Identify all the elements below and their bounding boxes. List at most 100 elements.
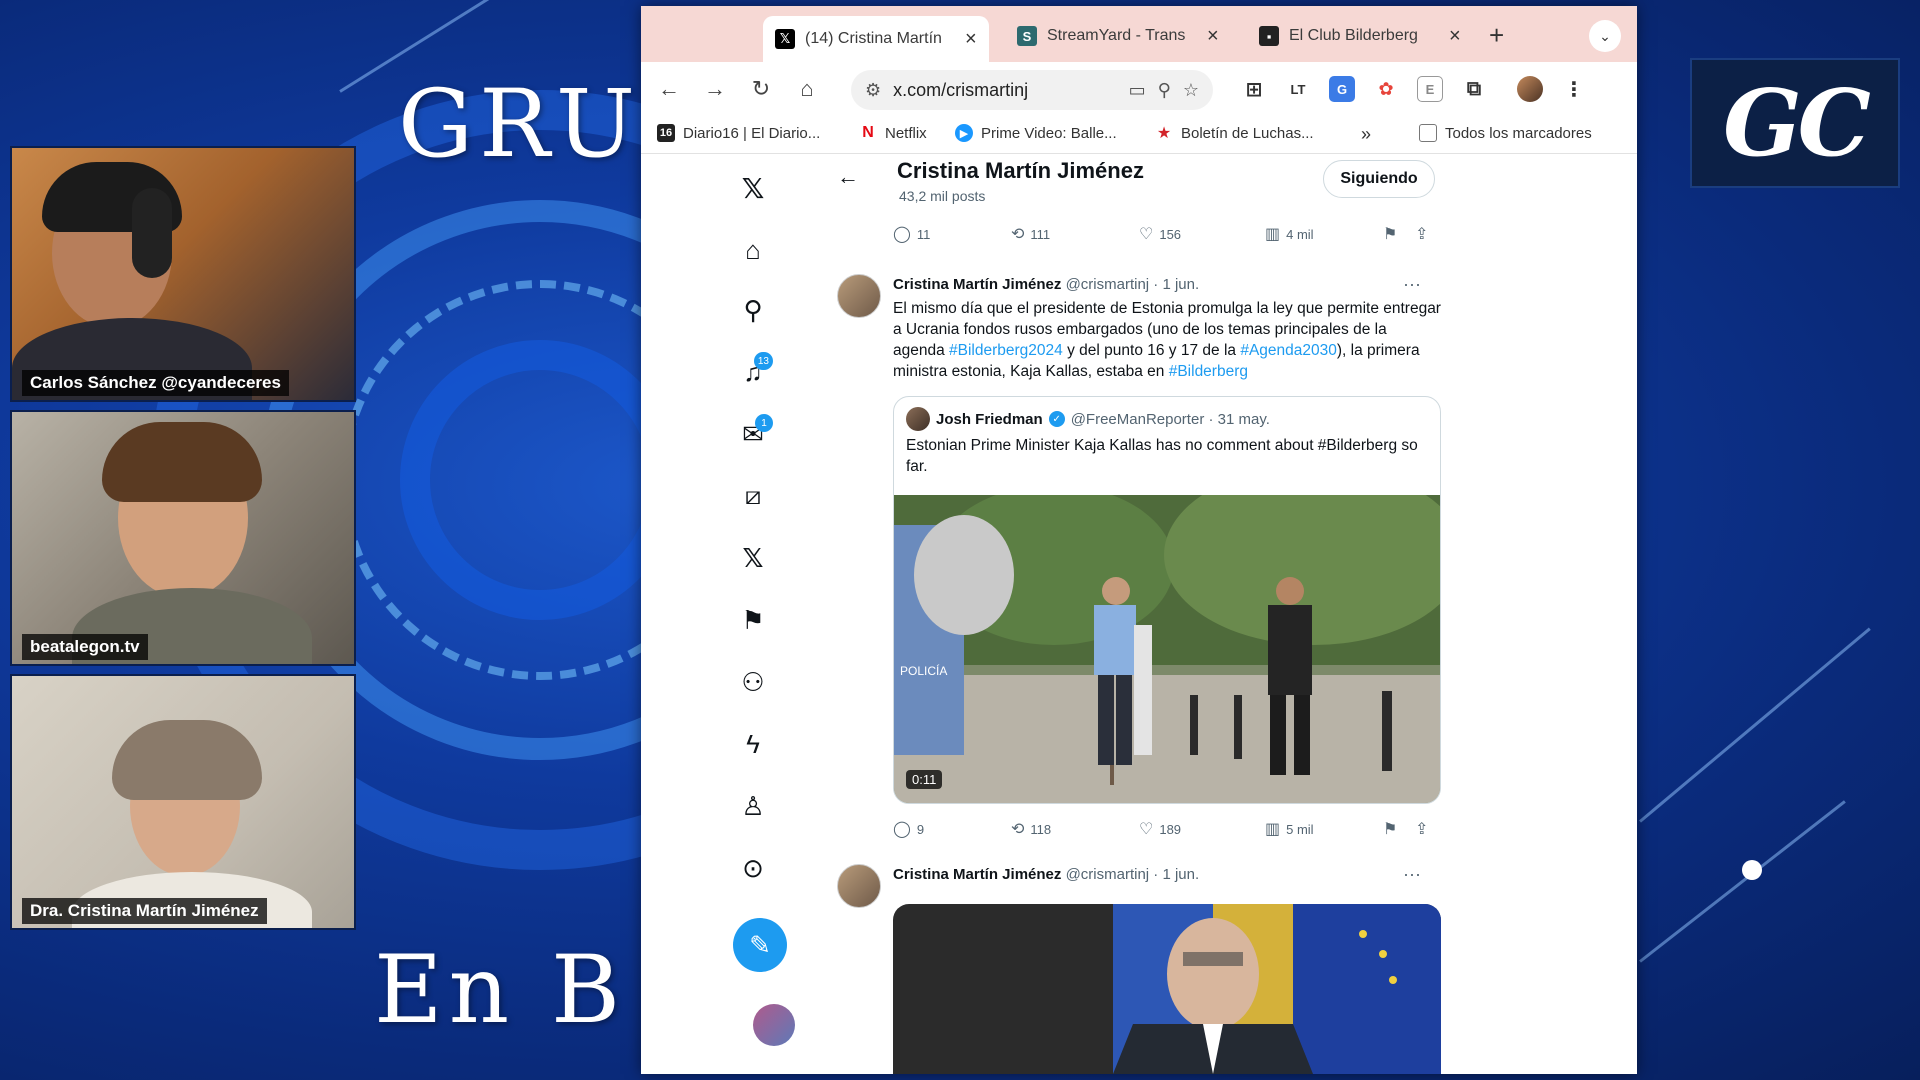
bookmark-prime-video[interactable]: ▶ Prime Video: Balle... [955, 124, 1117, 142]
heart-icon: ♡ [1139, 226, 1154, 243]
bookmark-boletin-luchas[interactable]: ★ Boletín de Luchas... [1155, 124, 1314, 142]
tweet-media-image[interactable] [893, 904, 1441, 1074]
new-tab-button[interactable]: + [1489, 20, 1504, 51]
tweet-author-handle[interactable]: @crismartinj · 1 jun. [1066, 276, 1200, 293]
profile-avatar[interactable] [1517, 76, 1543, 102]
bookmark-diario16[interactable]: 16 Diario16 | El Diario... [657, 124, 820, 142]
close-icon[interactable]: × [1207, 25, 1219, 48]
bookmark-all[interactable]: Todos los marcadores [1419, 124, 1592, 142]
home-icon[interactable]: ⌂ [729, 226, 777, 274]
hashtag-link[interactable]: #Bilderberg [1169, 363, 1248, 380]
views-button[interactable]: ▥ 5 mil [1265, 819, 1314, 839]
account-avatar[interactable] [753, 1004, 795, 1046]
more-options-icon[interactable]: ··· [1403, 864, 1421, 885]
extension-lt-icon[interactable]: LT [1285, 76, 1311, 102]
reply-button[interactable]: ◯ 11 [893, 224, 930, 244]
tweet-author-name[interactable]: Cristina Martín Jiménez [893, 276, 1061, 293]
bookmark-netflix[interactable]: N Netflix [859, 124, 927, 142]
participant-name: beatalegon.tv [22, 634, 148, 660]
prev-tweet-actions: ◯ 11 ⟲ 111 ♡ 156 ▥ 4 mil ⚑ ⇪ [893, 224, 1449, 248]
quote-author-handle: @FreeManReporter · 31 may. [1070, 410, 1270, 428]
gc-logo: GC [1690, 58, 1900, 188]
explore-search-icon[interactable]: ⚲ [729, 286, 777, 334]
tweet-author-name[interactable]: Cristina Martín Jiménez [893, 866, 1061, 883]
bookmark-button[interactable]: ⚑ [1383, 224, 1397, 244]
bookmark-star-icon[interactable]: ☆ [1183, 80, 1199, 101]
profile-name: Cristina Martín Jiménez [897, 158, 1144, 183]
compose-post-button[interactable]: ✎ [733, 918, 787, 972]
quote-author-avatar [906, 407, 930, 431]
tab-cristina-martin[interactable]: 𝕏 (14) Cristina Martín × [763, 16, 989, 62]
folder-icon [1419, 124, 1437, 142]
communities-icon[interactable]: ⚇ [729, 658, 777, 706]
extensions-puzzle-icon[interactable]: ⧉ [1461, 76, 1487, 102]
more-options-icon[interactable]: ⊙ [729, 844, 777, 892]
headphones-icon [132, 188, 172, 278]
menu-kebab-icon[interactable]: ⋮ [1561, 76, 1587, 102]
notifications-badge: 13 [753, 352, 773, 370]
grok-icon[interactable]: ⧄ [729, 472, 777, 520]
tweet-author-handle[interactable]: @crismartinj · 1 jun. [1066, 866, 1200, 883]
participant-tile-3[interactable]: Dra. Cristina Martín Jiménez [10, 674, 356, 930]
like-button[interactable]: ♡ 156 [1139, 224, 1181, 244]
messages-badge: 1 [755, 414, 773, 432]
verified-orgs-lightning-icon[interactable]: ϟ [729, 720, 777, 768]
extension-translate-icon[interactable]: G [1329, 76, 1355, 102]
more-options-icon[interactable]: ··· [1403, 274, 1421, 295]
profile-icon[interactable]: ♙ [729, 782, 777, 830]
tab-club-bilderberg[interactable]: ▪ El Club Bilderberg × [1247, 16, 1473, 56]
bookmark-button[interactable]: ⚑ [1383, 819, 1397, 839]
views-chart-icon: ▥ [1265, 821, 1281, 838]
close-icon[interactable]: × [965, 28, 977, 51]
x-logo-icon[interactable]: 𝕏 [729, 164, 777, 212]
browser-window: 𝕏 (14) Cristina Martín × S StreamYard - … [641, 6, 1637, 1074]
following-button[interactable]: Siguiendo [1323, 160, 1435, 198]
participant-name: Dra. Cristina Martín Jiménez [22, 898, 267, 924]
reply-button[interactable]: ◯ 9 [893, 819, 924, 839]
reload-button[interactable]: ↻ [747, 76, 775, 102]
reply-count: 11 [916, 226, 931, 242]
more-bookmarks-button[interactable]: » [1361, 124, 1371, 145]
hashtag-link[interactable]: #Agenda2030 [1240, 342, 1337, 359]
tab-streamyard[interactable]: S StreamYard - Trans × [1005, 16, 1231, 56]
quote-video[interactable]: POLICÍA 0:11 [894, 495, 1440, 803]
site-settings-icon[interactable]: ⚙ [865, 80, 881, 101]
bookmark-label: Prime Video: Balle... [981, 124, 1117, 142]
bookmark-label: Boletín de Luchas... [1181, 124, 1314, 142]
participant-tile-2[interactable]: beatalegon.tv [10, 410, 356, 666]
repost-button[interactable]: ⟲ 111 [1011, 224, 1050, 244]
tweet-author-avatar[interactable] [837, 274, 881, 318]
address-bar[interactable]: ⚙ x.com/crismartinj ▭ ⚲ ☆ [851, 70, 1213, 110]
share-button[interactable]: ⇪ [1415, 819, 1428, 839]
forward-button[interactable]: → [701, 76, 729, 102]
apps-grid-icon[interactable]: ⊞ [1241, 76, 1267, 102]
repost-icon: ⟲ [1011, 226, 1025, 243]
premium-x-icon[interactable]: 𝕏 [729, 534, 777, 582]
tweet-header: Cristina Martín Jiménez @crismartinj · 1… [893, 276, 1199, 293]
bookmarks-icon[interactable]: ⚑ [729, 596, 777, 644]
chevron-double-right-icon: » [1361, 124, 1372, 144]
tweet-author-avatar[interactable] [837, 864, 881, 908]
messages-mail-icon[interactable]: ✉ 1 [729, 410, 777, 458]
extension-ev-icon[interactable]: E [1417, 76, 1443, 102]
zoom-icon[interactable]: ⚲ [1158, 80, 1171, 101]
hashtag-link[interactable]: #Bilderberg2024 [949, 342, 1063, 359]
star-icon: ★ [1155, 124, 1173, 142]
extension-colors-icon[interactable]: ✿ [1373, 76, 1399, 102]
participant-tile-1[interactable]: Carlos Sánchez @cyandeceres [10, 146, 356, 402]
tweet[interactable]: Cristina Martín Jiménez @crismartinj · 1… [837, 864, 1437, 908]
share-button[interactable]: ⇪ [1415, 224, 1428, 244]
back-button[interactable]: ← [655, 76, 683, 102]
back-arrow-icon[interactable]: ← [837, 164, 859, 190]
cast-icon[interactable]: ▭ [1129, 80, 1146, 101]
close-icon[interactable]: × [1449, 25, 1461, 48]
repost-button[interactable]: ⟲ 118 [1011, 819, 1051, 839]
notifications-bell-icon[interactable]: ♫ 13 [729, 348, 777, 396]
views-button[interactable]: ▥ 4 mil [1265, 224, 1314, 244]
quoted-tweet[interactable]: Josh Friedman ✓ @FreeManReporter · 31 ma… [893, 396, 1441, 804]
like-button[interactable]: ♡ 189 [1139, 819, 1181, 839]
tab-search-button[interactable]: ⌄ [1589, 20, 1621, 52]
home-button[interactable]: ⌂ [793, 76, 821, 102]
background-title-top: GRU [398, 70, 642, 179]
bg-dot [1742, 860, 1762, 880]
